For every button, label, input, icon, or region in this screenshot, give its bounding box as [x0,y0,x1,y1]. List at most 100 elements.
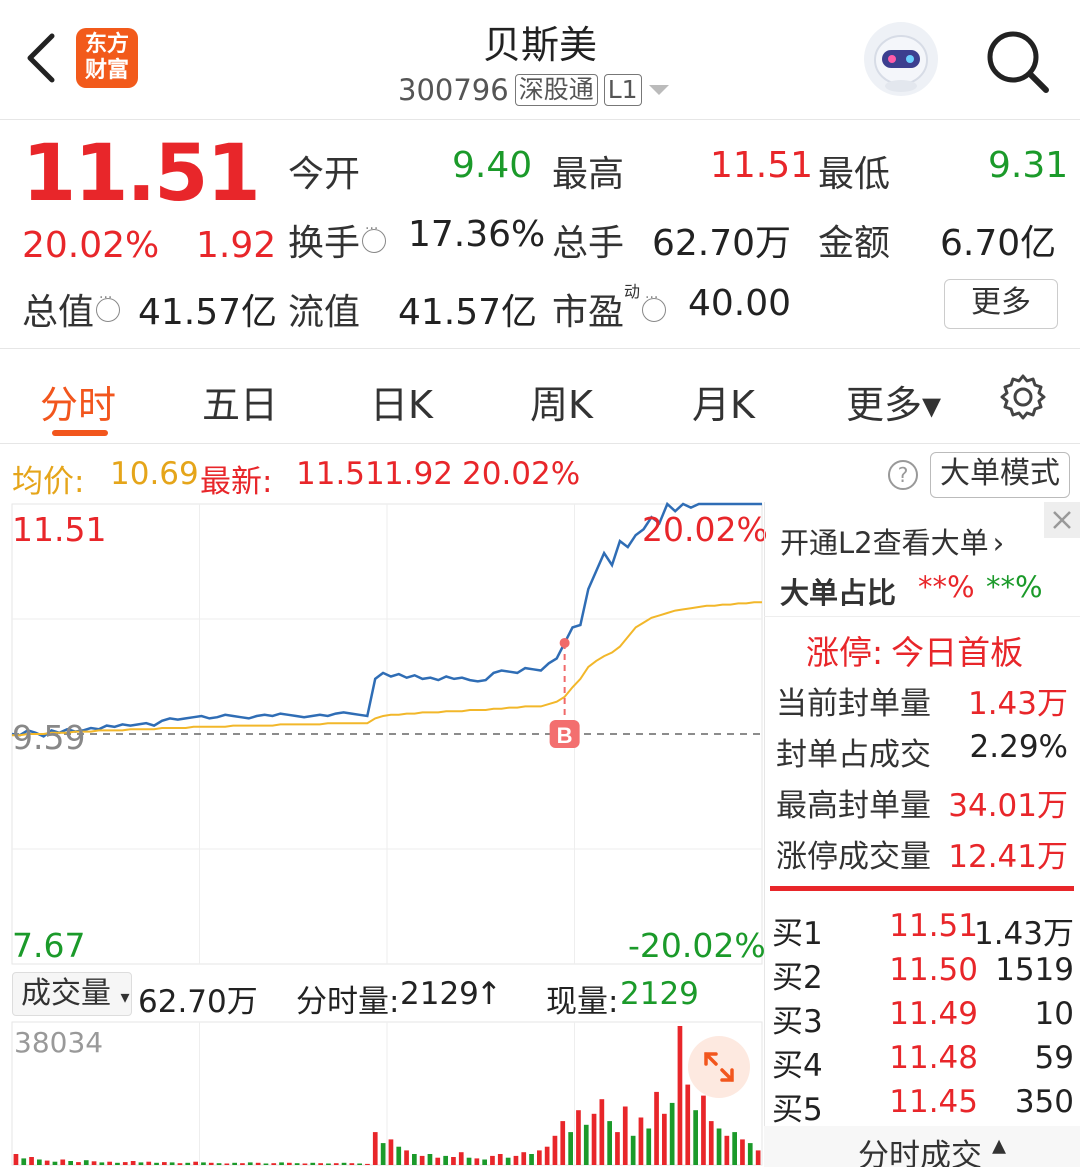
order-book-row[interactable]: 买1 11.51 1.43万 [770,908,1076,952]
quote-panel: 11.51 20.02% 1.92 总值 41.57亿 今开 9.40 最高 1… [0,121,1080,349]
trades-tab[interactable]: 分时成交 ▴ [764,1126,1080,1167]
volume-bar [458,1152,464,1165]
volume-bar [271,1163,277,1165]
assistant-robot-icon[interactable] [864,22,938,96]
close-icon[interactable] [1044,502,1080,538]
pe-label[interactable]: 市盈动 [552,282,667,335]
market-cap-label[interactable]: 总值 [22,283,121,335]
latest-price-label: 最新: [200,464,273,500]
volume-bar [13,1154,19,1165]
volume-bar [552,1135,558,1165]
limit-up-status: 涨停: 今日首板 [806,633,1024,672]
limit-stat-value: 2.29% [969,729,1068,765]
buy-marker-dot [559,637,570,648]
amount-value: 6.70亿 [940,223,1057,264]
volume-chart[interactable] [0,1020,764,1167]
volume-bar [404,1150,409,1165]
volume-bar [52,1161,58,1165]
volume-bar [576,1110,581,1165]
intraday-price-chart[interactable]: B [0,500,764,966]
average-price-bar: 均价: 10.69 最新: 11.51 1.92 20.02% [0,446,1080,502]
volume-bar [21,1158,27,1165]
volume-bar [490,1155,495,1165]
volume-bar [669,1102,675,1165]
order-book-row[interactable]: 买2 11.50 1519 [770,952,1076,996]
up-arrow-icon: ↑ [476,976,502,1012]
volume-bar [537,1150,542,1165]
volume-bar [474,1158,480,1165]
volume-bar [435,1157,441,1165]
active-tab-indicator [52,430,108,436]
info-icon[interactable] [642,290,667,322]
change-percent: 20.02% [22,225,160,266]
volume-bar [247,1162,253,1165]
volume-bar [607,1121,612,1165]
expand-icon[interactable] [688,1036,750,1098]
big-order-ratio-red: **% [918,570,975,604]
order-book-row[interactable]: 买3 11.49 10 [770,996,1076,1040]
limit-stat-label: 当前封单量 [776,686,931,722]
volume-bar [482,1159,487,1165]
tab-weekly-k[interactable]: 周K [530,374,593,429]
search-icon[interactable] [982,26,1052,96]
bid-price: 11.48 [889,1040,978,1076]
volume-bar [724,1135,730,1165]
trades-tab-label: 分时成交 [858,1138,982,1167]
volume-bar [654,1091,659,1165]
gear-icon[interactable] [998,372,1048,422]
tab-daily-k[interactable]: 日K [370,374,433,429]
bid-level-label: 买5 [772,1092,823,1128]
info-icon[interactable] [362,221,387,253]
volume-bar [513,1155,519,1165]
bid-quantity: 350 [1014,1084,1074,1120]
open-value: 9.40 [452,145,533,186]
volume-bar [177,1163,183,1165]
tab-more[interactable]: 更多▾ [846,374,941,429]
volume-bar [568,1132,573,1165]
volume-bar [662,1113,667,1165]
more-quote-button[interactable]: 更多 [944,279,1058,329]
connect-tag: 深股通 [514,74,598,106]
y-axis-mid-label: 9.59 [12,718,86,757]
volume-bar [372,1132,378,1165]
change-amount: 1.92 [196,225,277,266]
volume-bar [60,1159,66,1165]
volume-bar [68,1161,73,1165]
bid-quantity: 59 [1034,1040,1074,1076]
info-icon[interactable] [96,290,121,322]
tab-monthly-k[interactable]: 月K [692,374,755,429]
volume-bar [529,1154,534,1165]
volume-bar [91,1161,97,1165]
volume-bar [646,1128,652,1165]
stock-subtitle[interactable]: 300796 深股通 L1 [398,70,670,110]
volume-bar [708,1121,714,1165]
latest-change-percent: 20.02% [462,456,581,492]
volume-bar [318,1163,323,1165]
order-book-row[interactable]: 买5 11.45 350 [770,1084,1076,1128]
open-label: 今开 [288,154,361,195]
bid-price: 11.45 [889,1084,978,1120]
volume-bar [419,1155,425,1165]
help-icon[interactable]: ? [888,460,918,490]
big-order-mode-button[interactable]: 大单模式 [930,452,1070,498]
order-book-row[interactable]: 买4 11.48 59 [770,1040,1076,1084]
tab-five-day[interactable]: 五日 [202,374,278,429]
volume-bar [138,1162,144,1165]
bid-quantity: 10 [1034,996,1074,1032]
volume-bar [544,1146,550,1165]
float-cap-value: 41.57亿 [398,292,538,333]
volume-bar [240,1163,245,1165]
volume-bar [169,1162,175,1165]
volume-bar [341,1162,347,1165]
big-order-ratio-label: 大单占比 [780,576,897,610]
turnover-label[interactable]: 换手 [288,214,387,266]
caret-up-icon: ▴ [992,1128,1007,1161]
tab-intraday[interactable]: 分时 [40,374,116,429]
limit-stat-value: 1.43万 [967,686,1068,722]
volume-bar [599,1099,605,1165]
volume-bar [380,1143,386,1165]
volume-bar [630,1135,636,1165]
volume-bar [732,1132,737,1165]
pe-value: 40.00 [688,283,792,324]
open-l2-link[interactable]: 开通L2查看大单 › [780,520,1004,562]
